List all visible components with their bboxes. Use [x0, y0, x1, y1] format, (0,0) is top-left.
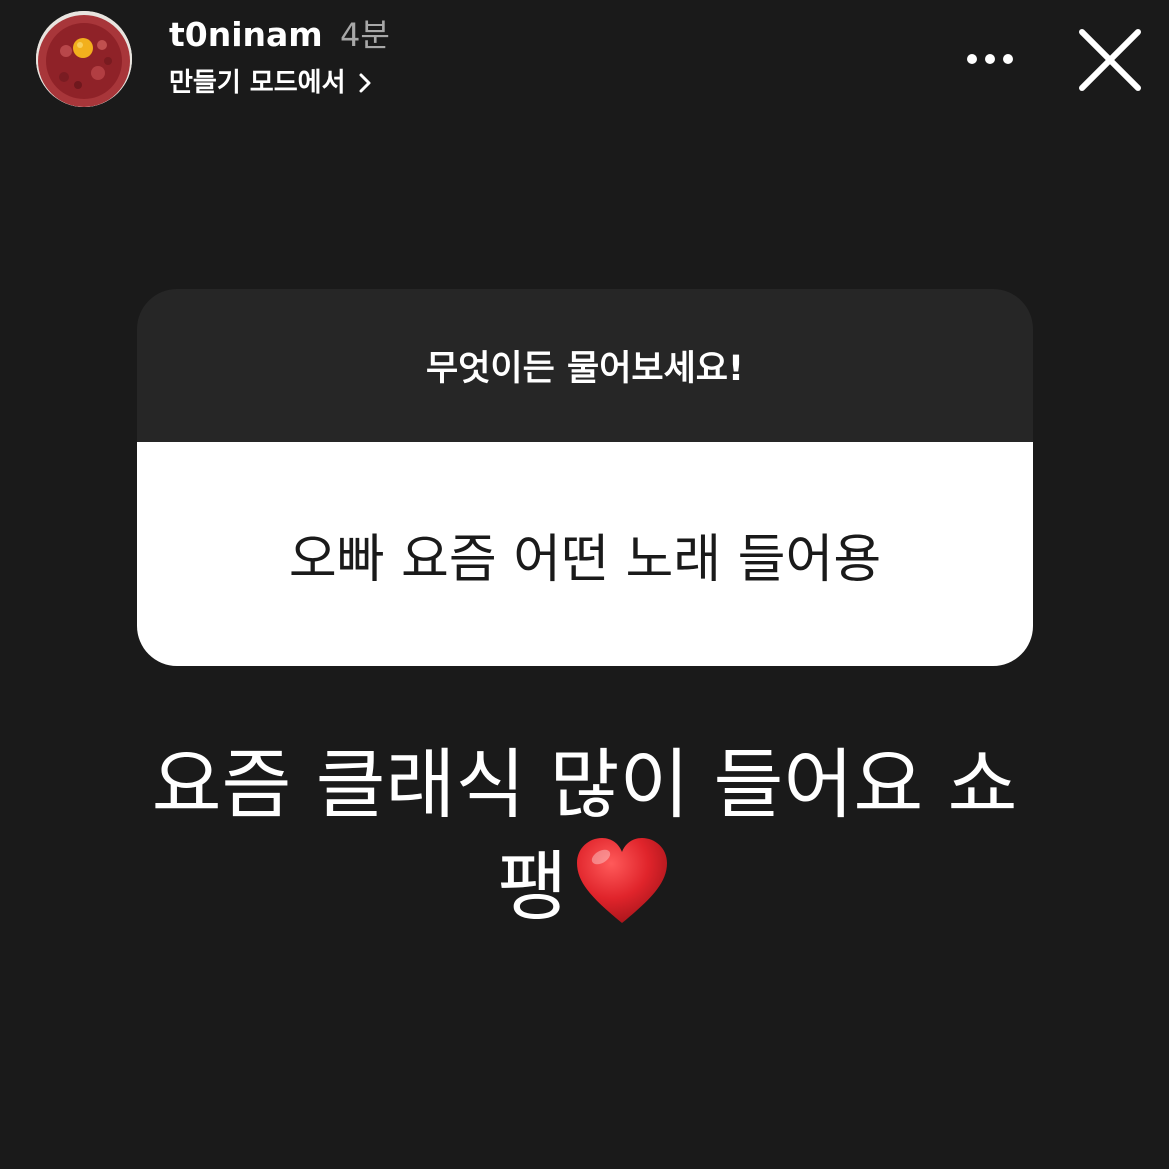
story-header: t0ninam 4분 만들기 모드에서 — [0, 0, 1169, 120]
question-sticker-body: 오빠 요즘 어떤 노래 들어용 — [137, 442, 1033, 666]
reply-line-1: 요즘 클래식 많이 들어요 쇼 — [151, 740, 1018, 829]
reply-text-block: 요즘 클래식 많이 들어요 쇼 팽 — [40, 735, 1129, 937]
more-options-button[interactable] — [958, 38, 1022, 78]
profile-avatar[interactable] — [36, 11, 132, 107]
post-time: 4분 — [340, 16, 390, 54]
username[interactable]: t0ninam — [169, 13, 323, 57]
food-photo-icon — [36, 11, 132, 107]
reply-line-2: 팽 — [40, 835, 1129, 937]
close-button[interactable] — [1070, 20, 1150, 100]
more-dots-icon — [967, 54, 1013, 64]
question-sticker-header: 무엇이든 물어보세요! — [137, 289, 1033, 442]
question-sticker: 무엇이든 물어보세요! 오빠 요즘 어떤 노래 들어용 — [137, 289, 1033, 666]
create-mode-link[interactable]: 만들기 모드에서 — [169, 63, 372, 103]
question-prompt: 무엇이든 물어보세요! — [426, 349, 744, 389]
question-text: 오빠 요즘 어떤 노래 들어용 — [288, 529, 882, 590]
close-icon — [1079, 29, 1141, 91]
heart-icon — [577, 838, 668, 923]
create-mode-label: 만들기 모드에서 — [169, 68, 346, 98]
chevron-right-icon — [359, 73, 370, 93]
reply-line-2-text: 팽 — [497, 842, 568, 931]
